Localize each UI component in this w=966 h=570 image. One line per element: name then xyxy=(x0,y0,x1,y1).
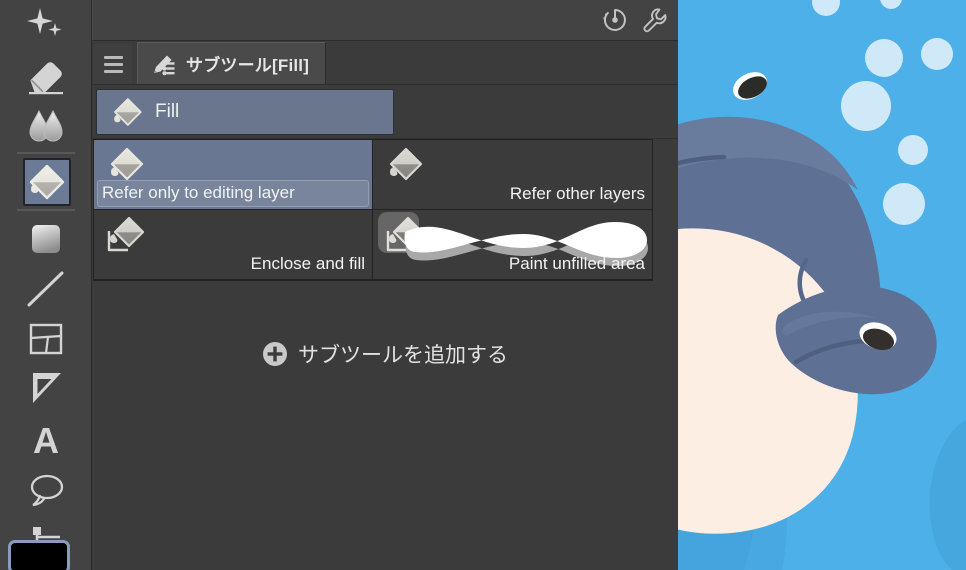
tool-rail: A xyxy=(0,0,92,570)
hamburger-menu-icon[interactable] xyxy=(94,44,132,84)
subtool-panel: サブツール[Fill] Fill Refer only to editing l… xyxy=(92,41,678,570)
whale-illustration xyxy=(678,0,966,570)
tool-decoration[interactable] xyxy=(0,0,92,50)
current-subtool-item[interactable]: Fill xyxy=(96,88,394,135)
subtool-cell-label: Enclose and fill xyxy=(250,254,365,273)
tool-fill[interactable] xyxy=(0,157,92,207)
sparkle-icon xyxy=(27,8,62,36)
paint-bucket-icon xyxy=(389,147,423,181)
panel-top-strip xyxy=(92,0,678,41)
tool-figure[interactable] xyxy=(0,264,92,314)
canvas-artwork[interactable] xyxy=(678,0,966,570)
tool-text[interactable]: A xyxy=(0,414,92,464)
paint-bucket-icon xyxy=(114,97,142,126)
gradient-icon xyxy=(32,225,60,253)
tool-ruler[interactable] xyxy=(0,364,92,414)
eraser-icon xyxy=(29,62,63,95)
current-subtool-label: Fill xyxy=(155,100,180,122)
subtool-grid: Refer only to editing layer Refer other … xyxy=(93,139,653,281)
add-subtool-label: サブツールを追加する xyxy=(298,344,508,367)
tool-frame-border[interactable] xyxy=(0,314,92,364)
tab-subtool-label: サブツール[Fill] xyxy=(186,56,310,75)
subtool-cell-refer-only-editing-layer[interactable]: Refer only to editing layer xyxy=(94,140,373,210)
tool-eraser[interactable] xyxy=(0,50,92,100)
subtool-cell-label: Refer other layers xyxy=(509,184,645,203)
text-a-icon: A xyxy=(33,420,59,461)
main-color-swatch[interactable] xyxy=(8,540,70,570)
color-swatch-area[interactable] xyxy=(8,540,70,570)
rail-separator xyxy=(16,209,75,211)
clip-studio-window: A サブツール[Fill] Fill Refer only to editing… xyxy=(0,0,966,570)
gauge-history-icon[interactable] xyxy=(600,5,630,35)
paint-bucket-icon xyxy=(29,164,65,200)
frame-border-icon xyxy=(29,323,63,355)
subtool-cell-paint-unfilled-area[interactable]: Paint unfilled area xyxy=(373,210,652,280)
subtool-cell-refer-other-layers[interactable]: Refer other layers xyxy=(373,140,652,210)
tool-balloon[interactable] xyxy=(0,464,92,514)
subtool-pencil-icon xyxy=(154,55,175,75)
rail-separator xyxy=(16,152,75,154)
tab-subtool[interactable]: サブツール[Fill] xyxy=(137,42,327,84)
enclose-fill-icon xyxy=(107,216,145,252)
subtool-cell-enclose-and-fill[interactable]: Enclose and fill xyxy=(94,210,373,280)
plus-circle-icon xyxy=(263,342,287,366)
tool-gradient[interactable] xyxy=(0,214,92,264)
speech-balloon-icon xyxy=(30,474,64,507)
line-icon xyxy=(27,271,64,307)
subtool-cell-label: Paint unfilled area xyxy=(508,254,645,273)
current-subtool-row: Fill xyxy=(92,85,678,139)
panel-tabbar: サブツール[Fill] xyxy=(92,41,678,85)
ruler-icon xyxy=(33,373,61,403)
svg-text:A: A xyxy=(33,420,59,461)
blend-icon xyxy=(29,109,63,142)
tool-blend[interactable] xyxy=(0,100,92,150)
add-subtool-button[interactable]: サブツールを追加する xyxy=(92,339,678,369)
subtool-cell-label: Refer only to editing layer xyxy=(97,180,369,207)
wrench-icon[interactable] xyxy=(640,5,670,35)
